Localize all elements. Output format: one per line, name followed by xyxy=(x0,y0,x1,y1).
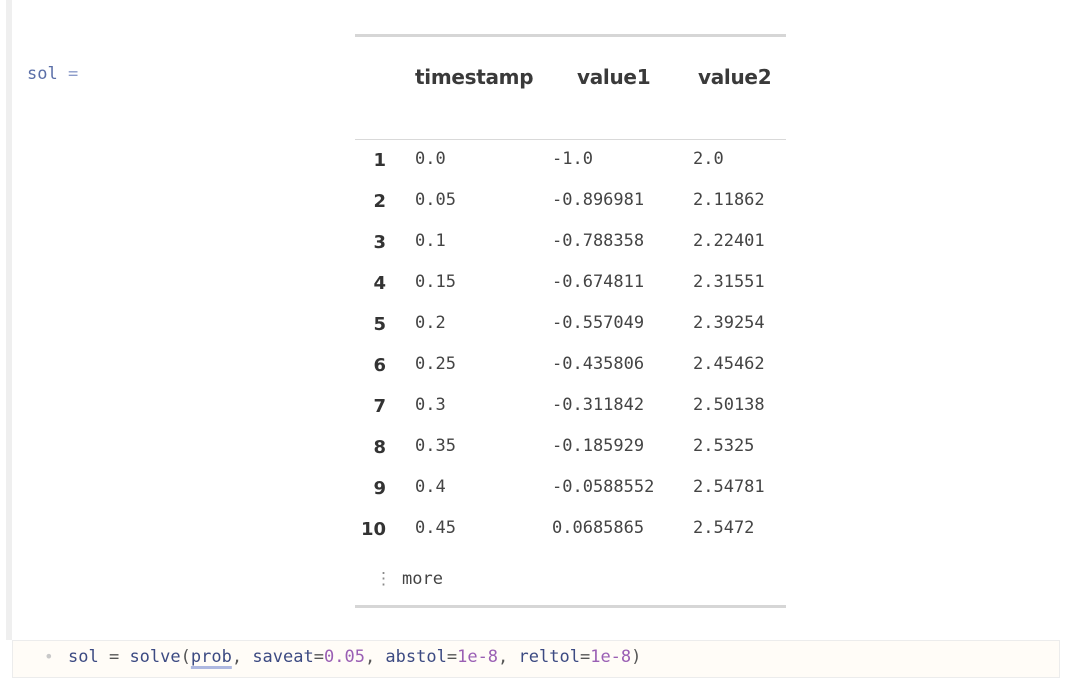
row-index: 1 xyxy=(373,150,386,171)
table-row: 9 0.4 -0.0588552 2.54781 xyxy=(355,468,786,509)
table-row: 5 0.2 -0.557049 2.39254 xyxy=(355,304,786,345)
cell-value2: 2.0 xyxy=(693,149,724,169)
code-token-function: solve xyxy=(129,647,181,667)
code-token-paren-open: ( xyxy=(180,647,191,667)
code-token-variable: sol xyxy=(68,647,99,667)
column-header-value2: value2 xyxy=(698,65,772,89)
cell-timestamp: 0.25 xyxy=(415,354,456,374)
code-cell-input[interactable]: • sol = solve(prob, saveat=0.05, abstol=… xyxy=(12,640,1060,678)
code-token-keyword-abstol: abstol xyxy=(385,647,447,667)
row-index: 2 xyxy=(373,191,386,212)
cell-timestamp: 0.1 xyxy=(415,231,446,251)
code-token-equals: = xyxy=(579,647,591,667)
cell-value1: -0.788358 xyxy=(552,231,645,251)
cell-timestamp: 0.45 xyxy=(415,518,456,538)
cell-value2: 2.5472 xyxy=(693,518,755,538)
code-token-number: 1e-8 xyxy=(590,647,632,667)
cell-timestamp: 0.0 xyxy=(415,149,446,169)
code-token-reference-prob[interactable]: prob xyxy=(191,647,232,667)
row-index: 7 xyxy=(373,396,386,417)
row-index: 5 xyxy=(373,314,386,335)
cell-timestamp: 0.2 xyxy=(415,313,446,333)
table-row: 3 0.1 -0.788358 2.22401 xyxy=(355,222,786,263)
code-token-number: 0.05 xyxy=(323,647,365,667)
table-row: 6 0.25 -0.435806 2.45462 xyxy=(355,345,786,386)
column-header-value1: value1 xyxy=(577,65,651,89)
table-row: 7 0.3 -0.311842 2.50138 xyxy=(355,386,786,427)
cell-timestamp: 0.05 xyxy=(415,190,456,210)
cell-timestamp: 0.15 xyxy=(415,272,456,292)
table-row: 4 0.15 -0.674811 2.31551 xyxy=(355,263,786,304)
cell-bullet-icon: • xyxy=(44,647,54,666)
code-token-keyword-saveat: saveat xyxy=(252,647,314,667)
code-token-comma: , xyxy=(364,647,386,667)
cell-timestamp: 0.3 xyxy=(415,395,446,415)
cell-rail xyxy=(6,0,12,640)
code-token-assign: = xyxy=(98,647,130,667)
cell-value2: 2.31551 xyxy=(693,272,765,292)
cell-value1: -0.557049 xyxy=(552,313,645,333)
row-index: 9 xyxy=(373,478,386,499)
cell-value2: 2.22401 xyxy=(693,231,765,251)
output-variable-label: sol = xyxy=(27,64,78,84)
cell-value1: 0.0685865 xyxy=(552,518,645,538)
code-token-keyword-reltol: reltol xyxy=(518,647,580,667)
cell-value1: -0.435806 xyxy=(552,354,645,374)
table-row: 2 0.05 -0.896981 2.11862 xyxy=(355,181,786,222)
cell-value1: -0.674811 xyxy=(552,272,645,292)
table-header: timestamp value1 value2 xyxy=(355,37,786,140)
cell-value1: -1.0 xyxy=(552,149,593,169)
cell-value1: -0.311842 xyxy=(552,395,645,415)
cell-value2: 2.39254 xyxy=(693,313,765,333)
code-token-comma: , xyxy=(231,647,253,667)
code-token-comma: , xyxy=(498,647,519,667)
column-header-timestamp: timestamp xyxy=(415,65,534,89)
dataframe-table: timestamp value1 value2 1 0.0 -1.0 2.0 2… xyxy=(355,34,786,608)
table-row: 8 0.35 -0.185929 2.5325 xyxy=(355,427,786,468)
row-index: 4 xyxy=(373,273,386,294)
cell-value2: 2.11862 xyxy=(693,190,765,210)
cell-value2: 2.50138 xyxy=(693,395,765,415)
cell-timestamp: 0.35 xyxy=(415,436,456,456)
code-token-equals: = xyxy=(446,647,458,667)
cell-value1: -0.896981 xyxy=(552,190,645,210)
row-index: 8 xyxy=(373,437,386,458)
table-row: 10 0.45 0.0685865 2.5472 xyxy=(355,509,786,550)
cell-timestamp: 0.4 xyxy=(415,477,446,497)
variable-name: sol xyxy=(27,64,58,84)
cell-value1: -0.185929 xyxy=(552,436,645,456)
more-label: more xyxy=(402,569,443,589)
equals-sign: = xyxy=(67,64,79,84)
show-more-rows[interactable]: ⋮ more xyxy=(375,569,443,589)
code-line[interactable]: sol = solve(prob, saveat=0.05, abstol=1e… xyxy=(68,647,641,667)
code-token-number: 1e-8 xyxy=(457,647,499,667)
cell-value2: 2.45462 xyxy=(693,354,765,374)
code-token-paren-close: ) xyxy=(631,647,642,667)
cell-value2: 2.54781 xyxy=(693,477,765,497)
row-index: 3 xyxy=(373,232,386,253)
row-index: 6 xyxy=(373,355,386,376)
vertical-ellipsis-icon: ⋮ xyxy=(375,569,392,589)
code-token-equals: = xyxy=(313,647,324,667)
table-row: 1 0.0 -1.0 2.0 xyxy=(355,140,786,181)
cell-value1: -0.0588552 xyxy=(552,477,655,497)
cell-value2: 2.5325 xyxy=(693,436,755,456)
row-index: 10 xyxy=(360,519,386,540)
